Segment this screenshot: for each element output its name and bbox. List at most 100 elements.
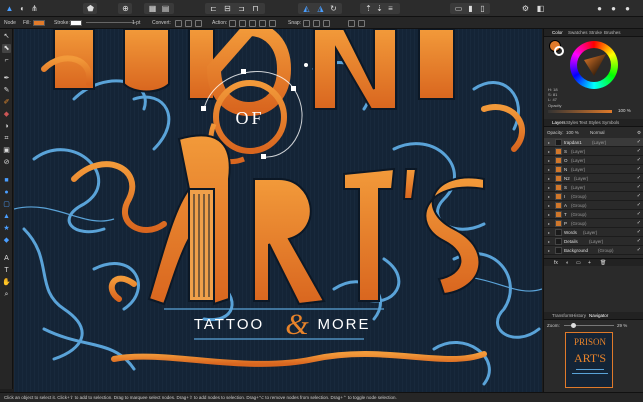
- layer-row[interactable]: ▸ S (Layer) ✓: [544, 183, 643, 192]
- zoom-slider-knob[interactable]: [571, 323, 576, 328]
- path-node[interactable]: [241, 69, 246, 74]
- layer-visibility-icon[interactable]: ✓: [637, 219, 641, 228]
- place-image-tool-icon[interactable]: ▣: [2, 146, 11, 155]
- add-group-icon[interactable]: ▭: [576, 259, 581, 267]
- color-icon[interactable]: ◧: [535, 3, 546, 14]
- share-group[interactable]: ⊕: [118, 3, 132, 14]
- layer-expand-icon[interactable]: ▸: [548, 192, 550, 201]
- layer-expand-icon[interactable]: ▸: [548, 183, 550, 192]
- node-tool-icon[interactable]: ⬉: [2, 44, 11, 53]
- layer-visibility-icon[interactable]: ✓: [637, 228, 641, 237]
- persona-export-icon[interactable]: ⋔: [29, 3, 40, 14]
- studio-2-icon[interactable]: ●: [608, 3, 619, 14]
- layer-row[interactable]: ▸ A (Group) ✓: [544, 201, 643, 210]
- layer-row[interactable]: ▸ O (Layer) ✓: [544, 156, 643, 165]
- insert-group[interactable]: ▭ ▮ ▯: [450, 3, 490, 14]
- crop-tool-icon[interactable]: ⌗: [2, 134, 11, 143]
- layer-visibility-icon[interactable]: ✓: [637, 192, 641, 201]
- persona-pixel-icon[interactable]: ◐: [17, 3, 28, 14]
- shape-tool-icon[interactable]: ◆: [2, 236, 11, 245]
- layer-visibility-icon[interactable]: ✓: [637, 183, 641, 192]
- layer-visibility-icon[interactable]: ✓: [637, 138, 641, 147]
- layer-row[interactable]: ▸ P (Group) ✓: [544, 219, 643, 228]
- blend-mode-select[interactable]: Normal: [590, 128, 605, 137]
- color-picker-tool-icon[interactable]: ⊘: [2, 158, 11, 167]
- layer-row[interactable]: ▸ Background (Group) ✓: [544, 246, 643, 255]
- layer-row[interactable]: ▸ trapdan1 (Layer) ✓: [544, 138, 643, 147]
- stroke-swatch[interactable]: [70, 20, 82, 26]
- order-group[interactable]: ⇡ ⇣ ≡: [360, 3, 400, 14]
- action-close-button[interactable]: [239, 20, 246, 27]
- layer-row[interactable]: ▸ T (Group) ✓: [544, 210, 643, 219]
- affinity-logo-icon[interactable]: ▲: [4, 3, 15, 14]
- pen-tool-icon[interactable]: ✒: [2, 74, 11, 83]
- settings-icon[interactable]: ⚙: [520, 3, 531, 14]
- layer-row[interactable]: ▸ N (Layer) ✓: [544, 165, 643, 174]
- layer-visibility-icon[interactable]: ✓: [637, 201, 641, 210]
- layer-expand-icon[interactable]: ▸: [548, 147, 550, 156]
- layer-visibility-icon[interactable]: ✓: [637, 165, 641, 174]
- layer-expand-icon[interactable]: ▸: [548, 174, 550, 183]
- tab-transform[interactable]: Transform: [552, 313, 572, 318]
- tab-swatches[interactable]: Swatches: [568, 30, 588, 35]
- layer-expand-icon[interactable]: ▸: [548, 246, 550, 255]
- action-break-button[interactable]: [229, 20, 236, 27]
- layer-fx-icon[interactable]: fx: [554, 259, 558, 267]
- ellipse-tool-icon[interactable]: ●: [2, 188, 11, 197]
- layer-visibility-icon[interactable]: ✓: [637, 237, 641, 246]
- show-handles-button[interactable]: [358, 20, 365, 27]
- fill-swatch[interactable]: [33, 20, 45, 26]
- snap-option-2-button[interactable]: [313, 20, 320, 27]
- delete-layer-icon[interactable]: 🗑: [600, 259, 606, 267]
- rectangle-tool-icon[interactable]: ■: [2, 176, 11, 185]
- path-handle[interactable]: [304, 63, 308, 67]
- layer-expand-icon[interactable]: ▸: [548, 201, 550, 210]
- layer-expand-icon[interactable]: ▸: [548, 210, 550, 219]
- tab-history[interactable]: History: [572, 313, 586, 318]
- transparency-tool-icon[interactable]: ◑: [2, 122, 11, 131]
- text-tool-icon[interactable]: A: [2, 254, 11, 263]
- studio-icon[interactable]: ●: [594, 3, 605, 14]
- layer-visibility-icon[interactable]: ✓: [637, 156, 641, 165]
- fill-tool-icon[interactable]: ◆: [2, 110, 11, 119]
- align-group[interactable]: ⊏ ⊟ ⊐ ⊓: [205, 3, 265, 14]
- tab-navigator[interactable]: Navigator: [589, 313, 608, 318]
- flip-group[interactable]: ◭ ◮ ↻: [298, 3, 342, 14]
- convert-smooth-button[interactable]: [185, 20, 192, 27]
- action-reverse-button[interactable]: [269, 20, 276, 27]
- rounded-rect-tool-icon[interactable]: ▢: [2, 200, 11, 209]
- layer-row[interactable]: ▸ Words (Layer) ✓: [544, 228, 643, 237]
- pencil-tool-icon[interactable]: ✎: [2, 86, 11, 95]
- tab-layers[interactable]: Layers: [552, 120, 566, 125]
- navigator-preview[interactable]: PRISON ART'S: [565, 332, 613, 388]
- corner-tool-icon[interactable]: ⌐: [2, 56, 11, 65]
- snap-option-1-button[interactable]: [303, 20, 310, 27]
- tab-styles[interactable]: Styles: [566, 120, 578, 125]
- tab-color[interactable]: Color: [552, 30, 563, 35]
- tab-stroke[interactable]: Stroke: [589, 30, 602, 35]
- layer-opacity-value[interactable]: 100 %: [566, 128, 579, 137]
- transform-mode-button[interactable]: [348, 20, 355, 27]
- path-node[interactable]: [261, 154, 266, 159]
- layer-visibility-icon[interactable]: ✓: [637, 210, 641, 219]
- action-join-button[interactable]: [259, 20, 266, 27]
- opacity-slider[interactable]: [548, 110, 612, 113]
- layer-expand-icon[interactable]: ▸: [548, 219, 550, 228]
- action-smooth-button[interactable]: [249, 20, 256, 27]
- layer-mask-icon[interactable]: ◐: [566, 259, 569, 267]
- document-canvas[interactable]: OF TATTOO & MORE: [14, 29, 542, 392]
- snap-option-3-button[interactable]: [323, 20, 330, 27]
- zoom-tool-icon[interactable]: ⌕: [2, 290, 11, 299]
- tab-symbols[interactable]: Symbols: [602, 120, 619, 125]
- layer-visibility-icon[interactable]: ✓: [637, 147, 641, 156]
- triangle-tool-icon[interactable]: ▲: [2, 212, 11, 221]
- layer-expand-icon[interactable]: ▸: [548, 138, 550, 147]
- layer-row[interactable]: ▸ S (Layer) ✓: [544, 147, 643, 156]
- tab-text-styles[interactable]: Text Styles: [579, 120, 601, 125]
- vector-brush-tool-icon[interactable]: ✐: [2, 98, 11, 107]
- snap-group[interactable]: ⬟: [83, 3, 97, 14]
- studio-3-icon[interactable]: ●: [622, 3, 633, 14]
- layer-expand-icon[interactable]: ▸: [548, 156, 550, 165]
- convert-sharp-button[interactable]: [175, 20, 182, 27]
- layer-row[interactable]: ▸ I (Group) ✓: [544, 192, 643, 201]
